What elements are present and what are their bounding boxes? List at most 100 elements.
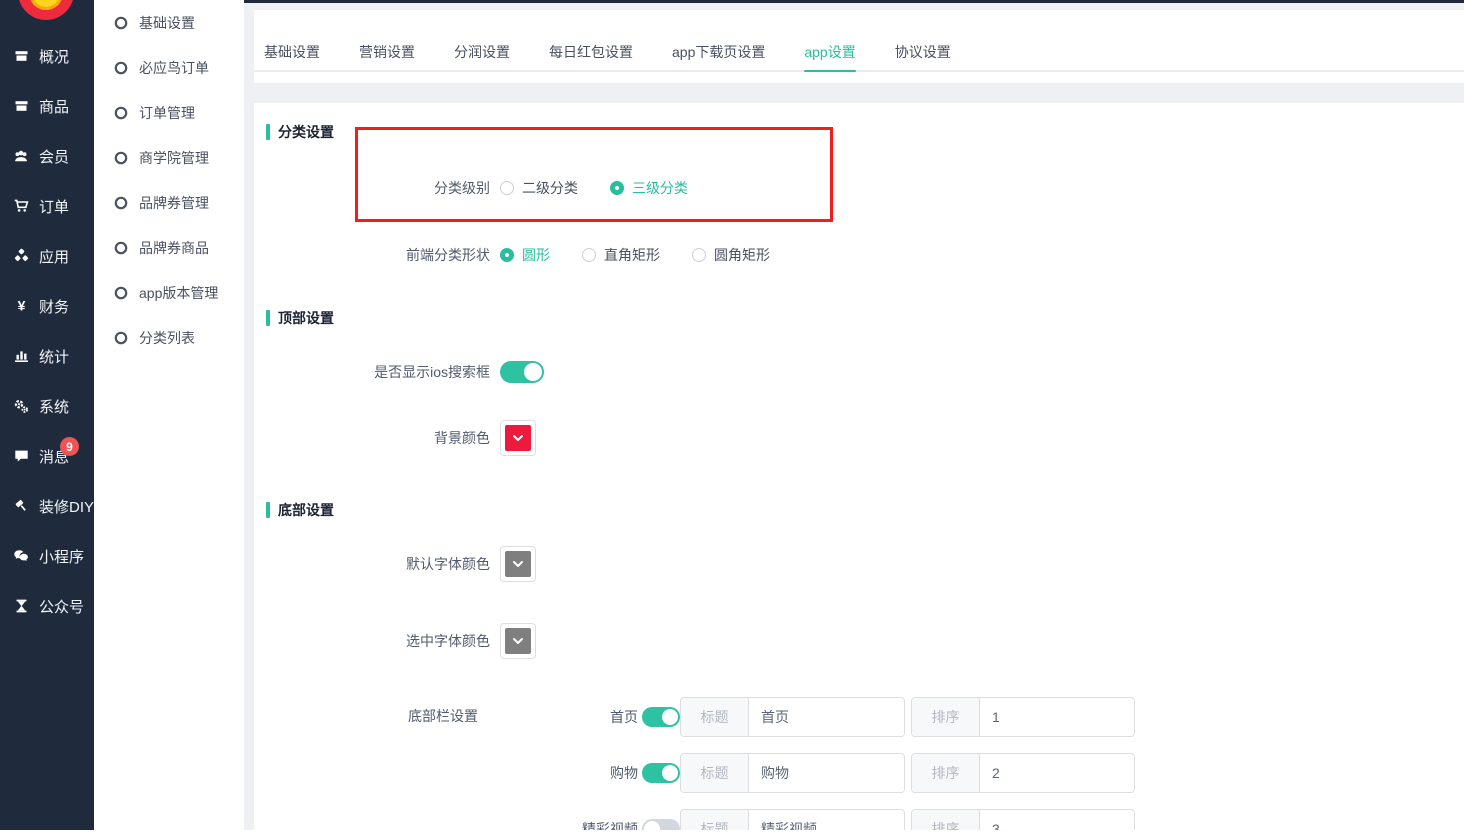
sidebar-item-official-account[interactable]: 公众号 [0,581,94,631]
shopping-title-input[interactable] [749,754,904,792]
sidebar-item-messages[interactable]: 消息 9 [0,431,94,481]
home-toggle[interactable] [642,707,680,727]
sidebar-item-label: 装修DIY [39,496,94,517]
message-icon [11,448,31,464]
bottom-bar-row-home: 首页 标题 排序 [254,697,1464,737]
default-font-color-picker[interactable] [500,546,536,582]
circle-icon [113,105,129,121]
videos-sort-input[interactable] [980,810,1134,830]
finance-icon: ¥ [11,298,31,314]
submenu-item-app-version[interactable]: app版本管理 [94,270,244,315]
home-sort-input[interactable] [980,698,1134,736]
selected-font-color-picker[interactable] [500,623,536,659]
bottom-bar-row-shopping: 购物 标题 排序 [254,753,1464,793]
radio-icon[interactable] [500,248,514,262]
svg-text:¥: ¥ [17,298,25,314]
section-title-category: 分类设置 [266,123,334,141]
main-sidebar: 概况 商品 会员 订单 应用 ¥ 财务 统计 系统 [0,0,94,839]
selected-font-color-label: 选中字体颜色 [254,631,490,651]
sort-prepend-label: 排序 [912,754,980,792]
message-count-badge: 9 [60,437,79,456]
tab-profit-settings[interactable]: 分润设置 [454,34,510,70]
sidebar-item-label: 系统 [39,396,69,417]
bar-item-name: 精彩视频 [534,809,638,830]
videos-title-input[interactable] [749,810,904,830]
radio-two-level-category[interactable]: 二级分类 [500,178,578,198]
settings-submenu: 基础设置 必应鸟订单 订单管理 商学院管理 品牌券管理 品牌券商品 app版本管… [94,0,244,839]
tab-protocol-settings[interactable]: 协议设置 [895,34,951,70]
circle-icon [113,285,129,301]
bar-item-name: 首页 [534,697,638,737]
submenu-item-label: 商学院管理 [139,148,209,168]
chevron-down-icon [511,634,525,648]
default-font-color-label: 默认字体颜色 [254,554,490,574]
submenu-item-bingbird-orders[interactable]: 必应鸟订单 [94,45,244,90]
title-prepend-label: 标题 [681,754,749,792]
ios-search-toggle[interactable] [500,361,544,383]
circle-icon [113,150,129,166]
radio-rounded-rect-shape[interactable]: 圆角矩形 [692,245,770,265]
radio-icon[interactable] [500,181,514,195]
sidebar-item-system[interactable]: 系统 [0,381,94,431]
official-account-icon [11,598,31,614]
sidebar-item-stats[interactable]: 统计 [0,331,94,381]
members-icon [11,148,31,164]
app-logo [18,0,74,20]
sidebar-item-diy[interactable]: 装修DIY [0,481,94,531]
submenu-item-label: 品牌券商品 [139,238,209,258]
sidebar-item-label: 公众号 [39,596,84,617]
submenu-item-category-list[interactable]: 分类列表 [94,315,244,360]
tab-daily-redpacket-settings[interactable]: 每日红包设置 [549,34,633,70]
sidebar-item-label: 会员 [39,146,69,167]
radio-icon[interactable] [692,248,706,262]
radio-icon[interactable] [610,181,624,195]
sidebar-item-finance[interactable]: ¥ 财务 [0,281,94,331]
sidebar-item-miniprogram[interactable]: 小程序 [0,531,94,581]
category-level-row: 分类级别 二级分类 三级分类 [254,170,1464,206]
radio-icon[interactable] [582,248,596,262]
section-bar [266,310,270,326]
submenu-item-basic-settings[interactable]: 基础设置 [94,0,244,45]
tab-basic-settings[interactable]: 基础设置 [264,34,320,70]
home-title-input[interactable] [749,698,904,736]
submenu-item-brand-coupon-management[interactable]: 品牌券管理 [94,180,244,225]
bottom-bar-row-videos: 精彩视频 标题 排序 [254,809,1464,830]
bg-color-picker[interactable] [500,420,536,456]
shopping-toggle[interactable] [642,763,680,783]
submenu-item-label: 分类列表 [139,328,195,348]
horizontal-scrollbar-track[interactable] [0,830,1464,839]
radio-three-level-category[interactable]: 三级分类 [610,178,688,198]
default-font-color-swatch [505,551,531,577]
circle-icon [113,60,129,76]
sidebar-item-orders[interactable]: 订单 [0,181,94,231]
tab-marketing-settings[interactable]: 营销设置 [359,34,415,70]
bg-color-swatch [505,425,531,451]
stats-icon [11,348,31,364]
sidebar-item-label: 小程序 [39,546,84,567]
sidebar-item-apps[interactable]: 应用 [0,231,94,281]
tab-app-settings[interactable]: app设置 [804,34,855,70]
sidebar-item-goods[interactable]: 商品 [0,81,94,131]
tab-app-download-page-settings[interactable]: app下载页设置 [672,34,765,70]
radio-square-rect-shape[interactable]: 直角矩形 [582,245,660,265]
miniprogram-icon [11,548,31,564]
shopping-sort-input[interactable] [980,754,1134,792]
sidebar-item-overview[interactable]: 概况 [0,31,94,81]
videos-sort-group: 排序 [911,809,1135,830]
submenu-item-brand-coupon-goods[interactable]: 品牌券商品 [94,225,244,270]
submenu-item-order-management[interactable]: 订单管理 [94,90,244,135]
bar-item-name: 购物 [534,753,638,793]
category-shape-label: 前端分类形状 [254,245,490,265]
sidebar-item-label: 订单 [39,196,69,217]
system-icon [11,398,31,414]
section-bar [266,124,270,140]
apps-icon [11,248,31,264]
top-divider [244,0,1464,3]
radio-circle-shape[interactable]: 圆形 [500,245,550,265]
tab-panel: 基础设置 营销设置 分润设置 每日红包设置 app下载页设置 app设置 协议设… [254,10,1464,83]
shopping-sort-group: 排序 [911,753,1135,793]
sidebar-item-members[interactable]: 会员 [0,131,94,181]
submenu-item-business-school[interactable]: 商学院管理 [94,135,244,180]
app-settings-panel: 分类设置 分类级别 二级分类 三级分类 前端分类形状 圆形 [254,103,1464,830]
videos-toggle[interactable] [642,819,680,830]
